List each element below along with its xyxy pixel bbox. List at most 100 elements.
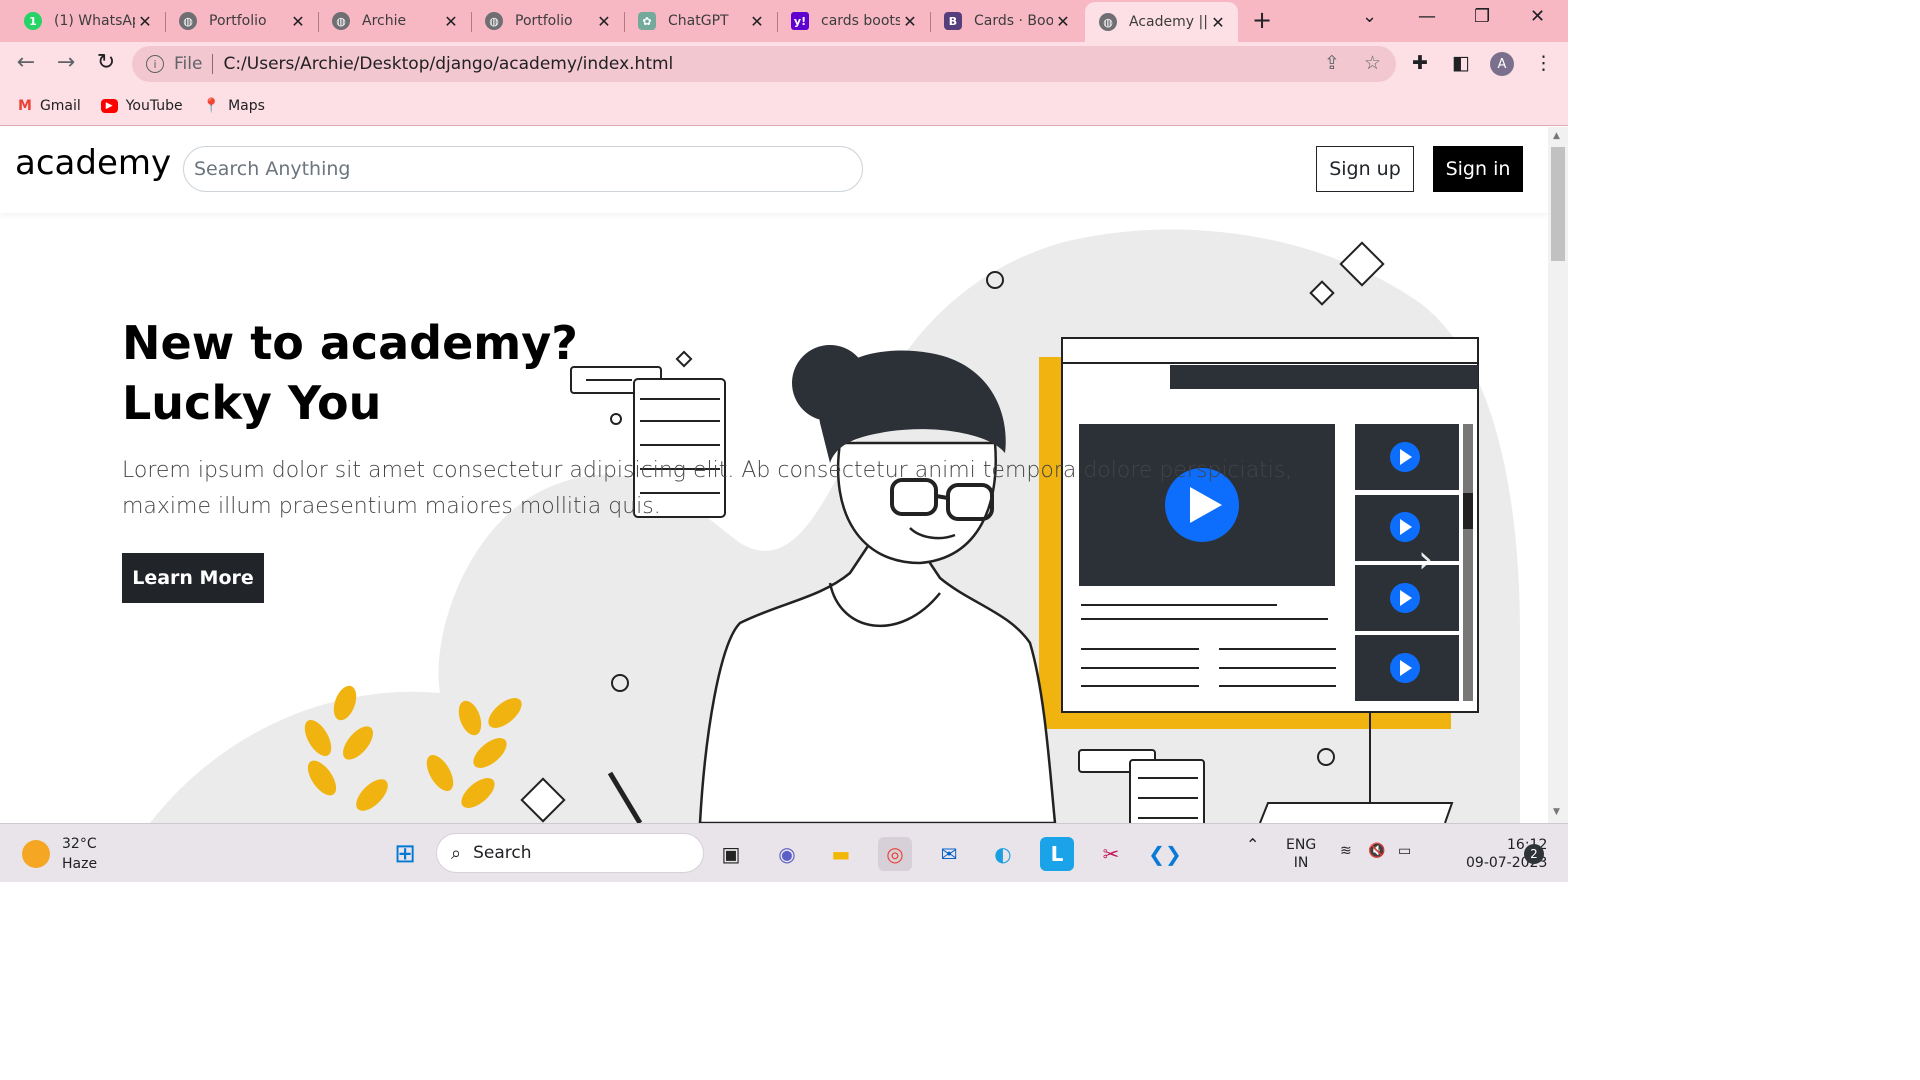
menu-icon[interactable]: ⋮ [1534,52,1553,74]
edge-icon[interactable]: ◐ [986,837,1020,871]
maps-icon: 📍 [202,97,221,114]
windows-taskbar: 32°C Haze ⊞ ⌕ Search ▣ ◉ ▬ ◎ ✉ ◐ L ✂ ❮❯ … [0,823,1568,882]
close-icon[interactable]: ✕ [747,12,767,31]
tab-archie[interactable]: ◍ Archie ✕ [318,4,472,38]
vscode-icon[interactable]: ❮❯ [1148,837,1182,871]
tab-search-icon[interactable]: ⌄ [1362,6,1377,27]
teams-chat-icon[interactable]: ◉ [770,837,804,871]
site-navbar: academy Sign up Sign in [0,127,1548,213]
close-icon[interactable]: ✕ [441,12,461,31]
search-icon: ⌕ [451,842,462,864]
bootstrap-icon: B [944,12,962,30]
bookmarks-bar: M Gmail ▶ YouTube 📍 Maps [0,86,1568,126]
chatgpt-icon: ✿ [638,12,656,30]
windows-start-icon[interactable]: ⊞ [388,837,422,871]
tab-portfolio-2[interactable]: ◍ Portfolio ✕ [471,4,625,38]
scroll-up-icon[interactable]: ▲ [1553,131,1560,141]
tab-yahoo-cards[interactable]: y! cards bootstrap ✕ [777,4,931,38]
snipping-tool-icon[interactable]: ✂ [1094,837,1128,871]
tab-title: (1) WhatsApp [54,13,135,29]
wifi-icon[interactable]: ≋ [1340,842,1352,860]
lang-code: ENG [1286,837,1317,853]
bookmark-youtube[interactable]: ▶ YouTube [100,97,183,114]
scheme-label: File [174,54,203,74]
tab-title: Portfolio [209,13,267,29]
tab-academy[interactable]: ◍ Academy || ✕ [1085,2,1238,42]
tab-bootstrap-cards[interactable]: B Cards · Bootstrap ✕ [930,4,1083,38]
language-indicator[interactable]: ENG IN [1286,836,1316,872]
avatar[interactable]: A [1490,52,1514,76]
sign-in-button[interactable]: Sign in [1433,146,1523,192]
battery-icon[interactable]: ▭ [1398,842,1411,860]
info-icon[interactable]: i [146,55,164,73]
taskbar-search-label: Search [473,843,532,863]
region-code: IN [1293,855,1309,871]
haze-sun-icon [22,840,50,868]
minimize-icon[interactable]: — [1418,6,1436,27]
new-tab-button[interactable]: + [1252,6,1272,34]
tab-chatgpt[interactable]: ✿ ChatGPT ✕ [624,4,778,38]
close-icon[interactable]: ✕ [135,12,155,31]
bookmark-gmail[interactable]: M Gmail [18,98,81,114]
tray-chevron-icon[interactable]: ⌃ [1246,836,1259,854]
sign-up-button[interactable]: Sign up [1316,146,1414,192]
search-input[interactable] [183,146,863,192]
tab-title: Archie [362,13,407,29]
file-explorer-icon[interactable]: ▬ [824,837,858,871]
forward-icon[interactable]: → [52,50,80,75]
yahoo-icon: y! [791,12,809,30]
bookmark-label: YouTube [125,97,183,114]
tab-portfolio[interactable]: ◍ Portfolio ✕ [165,4,319,38]
weather-temp: 32°C [62,836,97,852]
restore-icon[interactable]: ❐ [1474,6,1490,27]
app-l-icon[interactable]: L [1040,837,1074,871]
tab-strip: 1 (1) WhatsApp ✕ ◍ Portfolio ✕ ◍ Archie … [0,0,1568,42]
globe-icon: ◍ [485,12,503,30]
side-panel-icon[interactable]: ◧ [1452,52,1470,74]
close-icon[interactable]: ✕ [594,12,614,31]
page-scrollbar[interactable]: ▲ ▼ [1548,127,1568,823]
bookmark-label: Gmail [39,97,81,114]
mail-icon[interactable]: ✉ [932,837,966,871]
volume-muted-icon[interactable]: 🔇 [1368,842,1385,860]
gmail-icon: M [18,97,32,114]
notification-badge[interactable]: 2 [1524,844,1544,864]
learn-more-button[interactable]: Learn More [122,553,264,603]
bookmark-maps[interactable]: 📍 Maps [203,98,265,114]
taskbar-search[interactable]: ⌕ Search [436,833,704,873]
back-icon[interactable]: ← [12,50,40,75]
globe-icon: ◍ [179,12,197,30]
tab-title: ChatGPT [668,13,729,29]
hero-section: New to academy? Lucky You Lorem ipsum do… [122,313,1322,603]
address-bar[interactable]: i File C:/Users/Archie/Desktop/django/ac… [132,46,1396,82]
chrome-icon[interactable]: ◎ [878,837,912,871]
bookmark-label: Maps [228,97,265,114]
globe-icon: ◍ [1099,13,1117,31]
task-view-icon[interactable]: ▣ [714,837,748,871]
weather-desc: Haze [62,856,98,872]
youtube-icon: ▶ [100,98,118,113]
close-window-icon[interactable]: ✕ [1530,6,1545,27]
close-icon[interactable]: ✕ [900,12,920,31]
extensions-icon[interactable]: ✚ [1412,52,1428,74]
scroll-down-icon[interactable]: ▼ [1553,807,1560,817]
reload-icon[interactable]: ↻ [92,50,120,75]
share-icon[interactable]: ⇪ [1324,52,1340,74]
tab-title: Portfolio [515,13,573,29]
star-icon[interactable]: ☆ [1364,52,1381,74]
globe-icon: ◍ [332,12,350,30]
url-text[interactable]: C:/Users/Archie/Desktop/django/academy/i… [223,54,673,74]
tab-title: cards bootstrap [821,13,900,29]
scroll-thumb[interactable] [1551,147,1565,261]
weather-widget[interactable]: 32°C Haze [22,834,97,874]
tab-title: Cards · Bootstrap [974,13,1053,29]
brand-logo[interactable]: academy [15,143,171,183]
hero-title-line: Lucky You [122,376,382,430]
tab-whatsapp[interactable]: 1 (1) WhatsApp ✕ [0,4,166,38]
close-icon[interactable]: ✕ [1208,13,1228,32]
whatsapp-icon: 1 [24,12,42,30]
carousel-next-icon[interactable]: › [1418,537,1433,581]
hero-title: New to academy? Lucky You [122,313,582,433]
close-icon[interactable]: ✕ [288,12,308,31]
close-icon[interactable]: ✕ [1053,12,1073,31]
